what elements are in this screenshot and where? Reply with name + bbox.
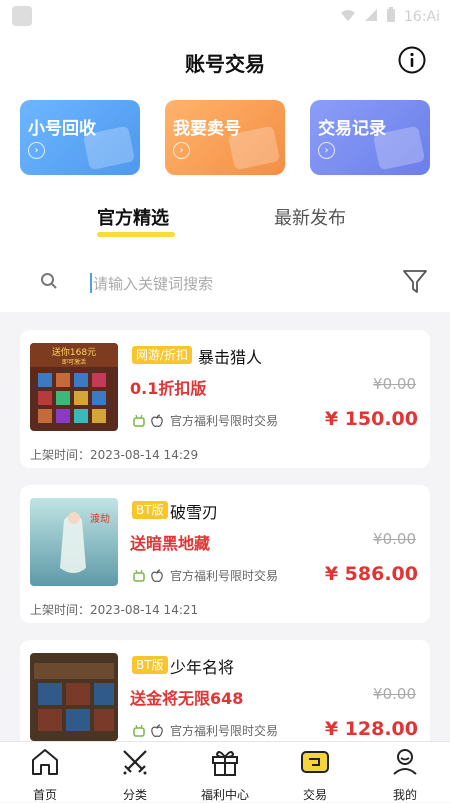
page-title: 账号交易	[185, 52, 265, 76]
game-name: 少年名将	[170, 658, 235, 677]
trade-record-card[interactable]: 交易记录 ›	[310, 100, 430, 175]
android-icon	[133, 414, 145, 427]
original-price: ¥0.00	[373, 375, 416, 393]
game-thumbnail: 送你168元 即可激活	[30, 343, 118, 431]
game-thumbnail	[30, 653, 118, 741]
nav-trade-label: 交易	[302, 788, 327, 802]
apple-icon	[151, 723, 163, 737]
game-name: 破雪刃	[170, 503, 219, 522]
original-price: ¥0.00	[373, 530, 416, 548]
status-bar: 16:Ai	[0, 0, 450, 32]
android-icon	[133, 724, 145, 737]
official-note: 官方福利号限时交易	[170, 724, 279, 738]
android-icon	[133, 569, 145, 582]
document-icon	[372, 125, 426, 171]
notification-icon	[12, 6, 32, 26]
listing-time: 上架时间：2023-08-14 14:21	[30, 603, 199, 617]
search-placeholder: 请输入关键词搜索	[93, 275, 214, 293]
official-note: 官方福利号限时交易	[170, 569, 279, 583]
original-price: ¥0.00	[373, 685, 416, 703]
promo-text: 送金将无限648	[130, 689, 244, 708]
nav-welfare[interactable]: 福利中心	[180, 742, 270, 802]
user-icon	[393, 749, 417, 775]
status-icons: 16:Ai	[340, 7, 440, 27]
search-icon	[41, 273, 57, 289]
swords-icon	[123, 750, 147, 775]
chevron-right-icon: ›	[173, 142, 190, 159]
game-tag: BT版	[132, 501, 168, 519]
signal-icon	[364, 8, 378, 26]
wifi-icon	[340, 8, 356, 26]
nav-welfare-label: 福利中心	[200, 788, 249, 802]
nav-home-label: 首页	[32, 788, 57, 802]
listing-card[interactable]: 送你168元 即可激活 网游/折扣 暴击猎人 0.1折扣版 ¥0.00 官方福利…	[20, 330, 430, 468]
gift-icon	[212, 751, 238, 776]
platforms: 官方福利号限时交易	[132, 722, 278, 739]
game-thumbnail: 渡劫	[30, 498, 118, 586]
apple-icon	[151, 568, 163, 582]
promo-text: 0.1折扣版	[130, 379, 207, 398]
apple-icon	[151, 413, 163, 427]
status-time: 16:Ai	[404, 9, 440, 25]
price: ¥ 586.00	[324, 563, 418, 585]
price: ¥ 128.00	[324, 718, 418, 740]
nav-mine[interactable]: 我的	[360, 742, 450, 802]
nav-category-label: 分类	[122, 788, 147, 802]
thumb-sub-text: 即可激活	[62, 358, 86, 366]
platforms: 官方福利号限时交易	[132, 412, 278, 429]
nav-home[interactable]: 首页	[0, 742, 90, 802]
chevron-right-icon: ›	[28, 142, 45, 159]
thumb-title-text: 渡劫	[90, 512, 110, 525]
game-name: 暴击猎人	[198, 348, 263, 367]
home-icon	[32, 749, 58, 775]
active-tab-indicator	[97, 232, 175, 237]
promo-text: 送暗黑地藏	[130, 534, 211, 553]
filter-icon[interactable]	[402, 268, 428, 296]
battery-icon	[386, 7, 396, 27]
game-tag: BT版	[132, 656, 168, 674]
text-cursor	[90, 273, 92, 293]
money-bag-icon	[227, 125, 281, 171]
nav-mine-label: 我的	[392, 788, 417, 802]
price: ¥ 150.00	[324, 408, 418, 430]
thumb-banner-text: 送你168元	[52, 346, 96, 358]
nav-category[interactable]: 分类	[90, 742, 180, 802]
listing-card[interactable]: 渡劫 BT版 破雪刃 送暗黑地藏 ¥0.00 官方福利号限时交易 ¥ 586.0…	[20, 485, 430, 623]
sell-account-card[interactable]: 我要卖号 ›	[165, 100, 285, 175]
chevron-right-icon: ›	[318, 142, 335, 159]
trade-icon	[301, 751, 329, 773]
tab-bar: 官方精选 最新发布	[0, 200, 450, 240]
nav-trade[interactable]: 交易	[270, 742, 360, 802]
recycle-account-card[interactable]: 小号回收 ›	[20, 100, 140, 175]
game-tag: 网游/折扣	[132, 346, 193, 364]
wallet-icon	[82, 125, 136, 171]
tab-latest[interactable]: 最新发布	[274, 204, 346, 230]
search-input[interactable]: 请输入关键词搜索	[20, 260, 376, 304]
listing-time: 上架时间：2023-08-14 14:29	[30, 448, 199, 462]
official-note: 官方福利号限时交易	[170, 414, 279, 428]
platforms: 官方福利号限时交易	[132, 567, 278, 584]
bottom-nav: 首页 分类 福利中心 交易 我的	[0, 741, 450, 802]
tab-official-picks[interactable]: 官方精选	[97, 204, 169, 230]
info-icon[interactable]	[398, 46, 426, 74]
